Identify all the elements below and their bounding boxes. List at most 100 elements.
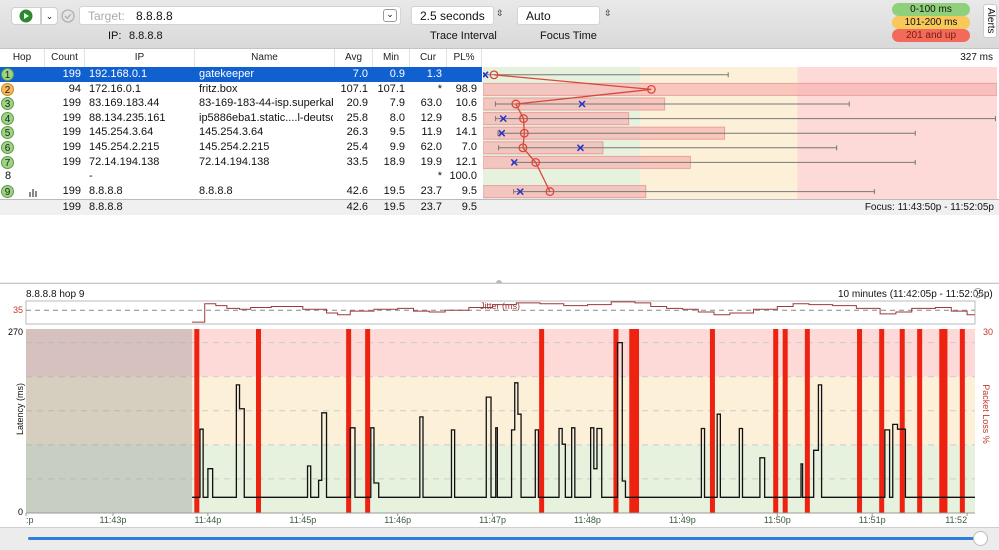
cell-min: 8.0 [389, 111, 405, 124]
cell-pl: 8.5 [461, 111, 477, 124]
ip-label: IP: [108, 30, 122, 42]
toolbar: ⌄ Target: 8.8.8.8 ⌄ IP: 8.8.8.8 2.5 seco… [0, 0, 999, 49]
trace-interval-select[interactable]: 2.5 seconds [411, 6, 494, 25]
x-tick-label: 11:43p [100, 515, 127, 525]
table-row[interactable]: 7 199 72.14.194.138 72.14.194.138 33.5 18.9 19… [0, 155, 482, 170]
column-header-cur[interactable]: Cur [410, 49, 447, 67]
y-tick-label: 0 [18, 507, 23, 517]
x-tick-label: 11:51p [859, 515, 886, 525]
cell-name: 72.14.194.138 [199, 155, 270, 168]
cell-count: 199 [62, 184, 81, 197]
cell-min: 9.5 [389, 126, 405, 139]
column-header-hop[interactable]: Hop [0, 49, 45, 67]
cell-ip: 172.16.0.1 [89, 82, 141, 95]
start-options-dropdown[interactable]: ⌄ [41, 7, 58, 25]
hop-badge: 2 [1, 82, 14, 96]
column-header-name[interactable]: Name [195, 49, 335, 67]
y-axis-label: Latency (ms) [15, 383, 25, 436]
legend-green: 0-100 ms [892, 3, 970, 16]
cell-count: 199 [62, 97, 81, 110]
graph-max-label: 327 ms [960, 52, 993, 63]
cell-avg: 20.9 [346, 97, 368, 110]
summary-row: 199 8.8.8.8 42.6 19.5 23.7 9.5 Focus: 11… [0, 199, 999, 215]
latency-legend: 0-100 ms 101-200 ms 201 and up [892, 3, 970, 42]
no-data-region [26, 329, 193, 513]
trace-graph[interactable] [483, 67, 997, 199]
target-input[interactable]: Target: 8.8.8.8 ⌄ [79, 6, 401, 25]
timeline-slider-knob[interactable] [973, 531, 988, 546]
y2-tick-label: 30 [983, 327, 993, 337]
latency-chart[interactable]: 35 Jitter (ms) 270 0 30:p 11:43p 11:44p 11:45p 1… [0, 284, 999, 528]
cell-cur: 12.9 [420, 111, 442, 124]
summary-min: 19.5 [383, 201, 405, 213]
table-row[interactable]: 1 199 192.168.0.1 gatekeeper 7.0 0.9 1.3 [0, 67, 482, 82]
ip-value: 8.8.8.8 [129, 30, 163, 42]
packet-loss-bar [782, 329, 788, 513]
target-history-dropdown[interactable]: ⌄ [383, 9, 397, 22]
cell-cur: 63.0 [420, 97, 442, 110]
packet-loss-bar [857, 329, 863, 513]
x-tick-label: 11:50p [764, 515, 791, 525]
cell-cur: 23.7 [420, 184, 442, 197]
hop-badge: 4 [1, 111, 14, 125]
chevron-down-icon: ⌄ [45, 11, 54, 21]
summary-pl: 9.5 [461, 201, 477, 213]
trace-interval-stepper[interactable]: ⇳ [496, 8, 504, 19]
packet-loss-bar [917, 329, 923, 513]
packet-loss-bar [365, 329, 371, 513]
x-tick-label: 11:47p [479, 515, 506, 525]
alerts-tab[interactable]: Alerts [983, 4, 997, 38]
column-header-plpct[interactable]: PL% [447, 49, 482, 67]
trace-table: Hop Count IP Name Avg Min Cur PL% 327 ms 1 199 19… [0, 49, 999, 282]
cell-count: 199 [62, 141, 81, 153]
jitter-label: Jitter (ms) [480, 301, 520, 311]
focus-time-stepper[interactable]: ⇳ [604, 8, 612, 19]
packet-loss-bar [709, 329, 715, 513]
x-tick-label: 11:45p [289, 515, 316, 525]
column-header-ip[interactable]: IP [85, 49, 195, 67]
y-tick-label: 270 [8, 327, 23, 337]
x-tick-label: :p [26, 515, 34, 525]
start-trace-button[interactable] [11, 7, 41, 25]
legend-red: 201 and up [892, 29, 970, 42]
cell-cur: 11.9 [421, 126, 442, 139]
table-row[interactable]: 5 199 145.254.3.64 145.254.3.64 26.3 9.5 11.9 1… [0, 125, 482, 140]
jitter-reference-label: 35 [13, 305, 23, 315]
cell-pl: 7.0 [461, 141, 477, 153]
column-header-count[interactable]: Count [45, 49, 85, 67]
cell-min: 0.9 [389, 68, 405, 80]
summary-count: 199 [62, 201, 81, 213]
cell-avg: 107.1 [340, 82, 368, 95]
cell-ip: 192.168.0.1 [89, 68, 148, 80]
cell-pl: 98.9 [455, 82, 477, 95]
cell-avg: 33.5 [346, 155, 368, 168]
cell-avg: 42.6 [346, 184, 368, 197]
hop-badge: 3 [1, 97, 14, 111]
table-row[interactable]: 4 199 88.134.235.161 ip5886eba1.static....l… [0, 111, 482, 126]
packet-loss-bar [773, 329, 779, 513]
cell-min: 9.9 [389, 141, 405, 153]
hop-badge: 9 [1, 184, 14, 198]
cell-cur: * [437, 82, 442, 95]
cell-cur: 1.3 [426, 68, 442, 80]
cell-ip: 145.254.3.64 [89, 126, 154, 139]
table-row[interactable]: 8 - * 100.0 [0, 169, 482, 184]
cell-name: 145.254.3.64 [199, 126, 264, 139]
timeline-slider-track[interactable] [28, 537, 978, 540]
table-row[interactable]: 2 94 172.16.0.1 fritz.box 107.1 107.1 * 98.9 [0, 82, 482, 97]
column-header-min[interactable]: Min [373, 49, 410, 67]
focus-time-select[interactable]: Auto [517, 6, 600, 25]
column-header-avg[interactable]: Avg [335, 49, 373, 67]
cell-count: 94 [68, 82, 81, 95]
table-row[interactable]: 6 199 145.254.2.215 145.254.2.215 25.4 9.9 62.… [0, 140, 482, 155]
table-row[interactable]: 3 199 83.169.183.44 83-169-183-44-isp.super… [0, 96, 482, 111]
summary-ip: 8.8.8.8 [89, 201, 123, 213]
cell-name: 145.254.2.215 [199, 141, 270, 153]
cell-name: ip5886eba1.static....l-deutschland.de [199, 111, 333, 124]
summary-avg: 42.6 [346, 201, 368, 213]
check-icon[interactable] [61, 9, 75, 26]
cell-name: 83-169-183-44-isp.superkabel.de [199, 97, 333, 110]
table-row[interactable]: 9 199 8.8.8.8 8.8.8.8 42.6 19.5 23.7 9.5 [0, 184, 482, 199]
packet-loss-bar [194, 329, 200, 513]
packet-loss-bar [634, 329, 640, 513]
